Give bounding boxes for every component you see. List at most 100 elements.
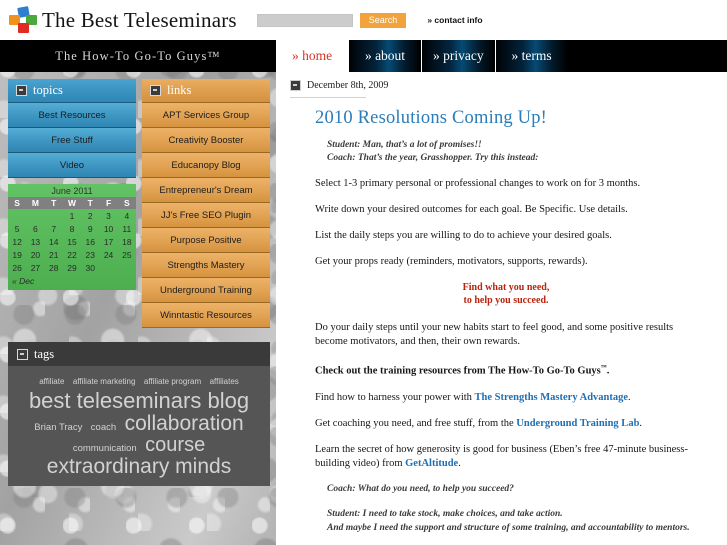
coach-question: Coach: What do you need, to help you suc… (327, 483, 514, 494)
sidebar-item-free-stuff[interactable]: Free Stuff (8, 128, 136, 153)
tag-affiliates[interactable]: affiliates (210, 377, 239, 386)
calendar-day: 29 (67, 262, 77, 273)
paragraph-resources: Check out the training resources from Th… (315, 361, 697, 379)
callout-line-2: to help you succeed. (463, 295, 549, 306)
step-2: Write down your desired outcomes for eac… (315, 204, 628, 215)
widget-tags-title: tags (34, 346, 55, 361)
calendar-day: 4 (124, 210, 130, 221)
widget-links-title: links (167, 83, 192, 97)
site-title: The Best Teleseminars (42, 7, 237, 32)
dialog-intro-student: Student: Man, that’s a lot of promises!! (327, 140, 482, 150)
calendar-week-row: 5 6 7 8 9 10 11 (8, 222, 136, 235)
paragraph-strengths: Find how to harness your power with The … (315, 391, 697, 405)
calendar-weekday: W (62, 197, 82, 209)
calendar-day: 17 (103, 236, 114, 247)
link-strengths-mastery-advantage[interactable]: The Strengths Mastery Advantage (475, 392, 629, 403)
widget-topics: topics Best Resources Free Stuff Video (8, 79, 136, 178)
pinwheel-logo-icon[interactable] (8, 6, 38, 34)
bullet-square-icon (290, 80, 301, 91)
sidebar-item-jjs-free-seo-plugin[interactable]: JJ's Free SEO Plugin (142, 203, 270, 228)
tag-brian-tracy[interactable]: Brian Tracy (34, 422, 82, 433)
calendar-day: 8 (69, 223, 75, 234)
tag-affiliate-marketing[interactable]: affiliate marketing (73, 377, 136, 386)
nav-item-home[interactable]: » home (276, 40, 348, 72)
calendar-day: 5 (14, 223, 20, 234)
post-date: December 8th, 2009 (307, 80, 389, 91)
tag-affiliate-program[interactable]: affiliate program (144, 377, 201, 386)
calendar-week-row: 12 13 14 15 16 17 18 (8, 235, 136, 248)
nav-item-privacy[interactable]: » privacy (421, 40, 495, 72)
search-button[interactable]: Search (359, 12, 407, 28)
tag-communication[interactable]: communication (73, 443, 137, 454)
sidebar-item-entrepreneurs-dream[interactable]: Entrepreneur's Dream (142, 178, 270, 203)
right-texture-strip (718, 0, 727, 545)
calendar-day: 9 (87, 223, 93, 234)
calendar-weekday-row: S M T W T F S (8, 197, 136, 209)
calendar-day: 11 (122, 223, 132, 234)
sidebar-item-creativity-booster[interactable]: Creativity Booster (142, 128, 270, 153)
widget-topics-header: topics (8, 79, 136, 103)
sidebar-item-apt-services-group[interactable]: APT Services Group (142, 103, 270, 128)
calendar-day: 18 (122, 236, 132, 247)
sidebar-item-educanopy-blog[interactable]: Educanopy Blog (142, 153, 270, 178)
calendar-day: 20 (30, 249, 41, 260)
link-getaltitude[interactable]: GetAltitude (405, 458, 458, 469)
search-input[interactable] (256, 13, 353, 27)
calendar-day: 14 (48, 236, 59, 247)
calendar-day: 16 (85, 236, 95, 247)
resources-text: Check out the training resources from Th… (315, 365, 601, 377)
calendar-day: 12 (12, 236, 22, 247)
calendar-weekday: T (44, 197, 63, 209)
nav-item-terms[interactable]: » terms (494, 40, 568, 72)
calendar-week-row: 1 2 3 4 (8, 209, 136, 222)
calendar-day: 2 (87, 210, 93, 221)
tag-best-teleseminars-blog[interactable]: best teleseminars blog (29, 388, 249, 413)
tag-collaboration[interactable]: collaboration (125, 412, 244, 435)
sidebar-item-winntastic-resources[interactable]: Winntastic Resources (142, 303, 270, 328)
calendar-week-row: 19 20 21 22 23 24 25 (8, 248, 136, 261)
calendar-day: 22 (67, 249, 77, 260)
calendar-weekday: F (99, 197, 118, 209)
calendar-day: 15 (67, 236, 77, 247)
calendar-day: 23 (85, 249, 95, 260)
sidebar-item-strengths-mastery[interactable]: Strengths Mastery (142, 253, 270, 278)
calendar-weekday: M (26, 197, 45, 209)
sidebar-item-video[interactable]: Video (8, 153, 136, 178)
calendar-table: S M T W T F S 1 2 3 4 5 6 7 8 9 10 11 12… (8, 197, 136, 274)
sidebar-item-purpose-positive[interactable]: Purpose Positive (142, 228, 270, 253)
nav-item-about[interactable]: » about (348, 40, 421, 72)
widget-links-header: links (142, 79, 270, 103)
site-tagline: The How-To Go-To Guys™ (55, 48, 221, 63)
resources-suffix: . (606, 365, 610, 377)
generosity-prefix: Learn the secret of how generosity is go… (315, 443, 688, 469)
calendar-prev-link[interactable]: « Dec (8, 274, 136, 290)
calendar-day: 21 (48, 249, 59, 260)
widget-tags: tags affiliate affiliate marketing affil… (8, 342, 270, 486)
calendar-caption: June 2011 (51, 186, 93, 196)
sidebar-item-underground-training[interactable]: Underground Training (142, 278, 270, 303)
strengths-suffix: . (628, 391, 631, 403)
link-underground-training-lab[interactable]: Underground Training Lab (516, 418, 639, 429)
tag-affiliate[interactable]: affiliate (39, 377, 64, 386)
dialog-intro: Student: Man, that’s a lot of promises!!… (327, 139, 697, 165)
nav-items: » home » about » privacy » terms (276, 40, 568, 72)
student-answer-line-2: And maybe I need the support and structu… (327, 522, 690, 533)
tag-course[interactable]: course (145, 434, 205, 456)
nav-filler (567, 40, 727, 72)
calendar-day: 3 (106, 210, 111, 221)
step-4: Get your props ready (reminders, motivat… (315, 256, 588, 267)
tag-coach[interactable]: coach (91, 422, 116, 433)
calendar-week-row: 26 27 28 29 30 (8, 261, 136, 274)
paragraph-generosity: Learn the secret of how generosity is go… (315, 443, 697, 471)
tag-extraordinary-minds[interactable]: extraordinary minds (47, 455, 231, 478)
sidebar-item-best-resources[interactable]: Best Resources (8, 103, 136, 128)
calendar-day: 26 (12, 262, 22, 273)
calendar-day (45, 209, 63, 222)
generosity-suffix: . (458, 457, 461, 469)
contact-info-link[interactable]: » contact info (427, 15, 482, 25)
tag-cloud: affiliate affiliate marketing affiliate … (8, 366, 270, 486)
post-date-line: December 8th, 2009 (290, 80, 697, 91)
callout-line-1: Find what you need, (462, 282, 550, 293)
calendar-day: 24 (103, 249, 114, 260)
post-title: 2010 Resolutions Coming Up! (315, 108, 548, 128)
